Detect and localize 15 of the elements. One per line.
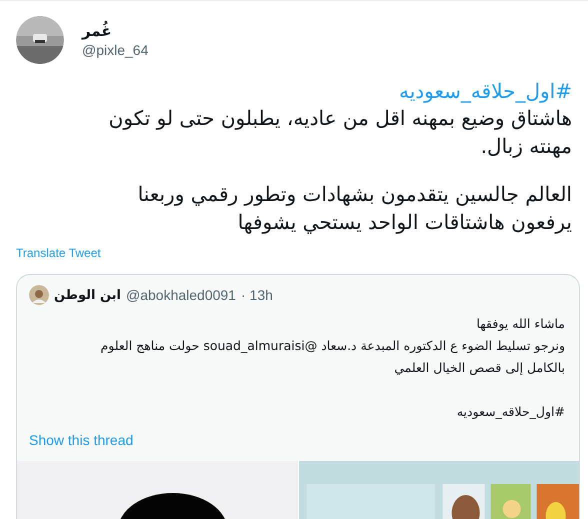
- author-name[interactable]: غُمر: [82, 22, 148, 40]
- timestamp: · 13h: [240, 287, 273, 303]
- avatar[interactable]: [29, 285, 49, 305]
- tweet-text: يرفعون هاشتاقات الواحد يستحي يشوفها: [238, 209, 572, 236]
- quoted-tweet-text: ونرجو تسليط الضوء ع الدكتوره المبدعة د.سعاد @souad_almuraisi حولت مناهج العلوم: [100, 337, 565, 355]
- quoted-tweet-text: #اول_حلاقه_سعوديه: [456, 403, 565, 421]
- tweet-text: مهنته زبال.: [480, 133, 572, 160]
- tweet-text: العالم جالسين يتقدمون بشهادات وتطور رقمي وربعنا: [138, 181, 572, 208]
- author-handle[interactable]: @pixle_64: [82, 42, 148, 58]
- quoted-tweet-text: بالكامل إلى قصص الخيال العلمي: [394, 359, 565, 377]
- quoted-author-handle: @abokhaled0091: [126, 287, 236, 303]
- tweet-text: هاشتاق وضيع بمهنه اقل من عاديه، يطبلون حتى لو تكون: [108, 105, 572, 132]
- quoted-author-name: ابن الوطن: [54, 288, 121, 302]
- quoted-tweet-text: ماشاء الله يوفقها: [476, 315, 565, 333]
- avatar[interactable]: [16, 16, 64, 64]
